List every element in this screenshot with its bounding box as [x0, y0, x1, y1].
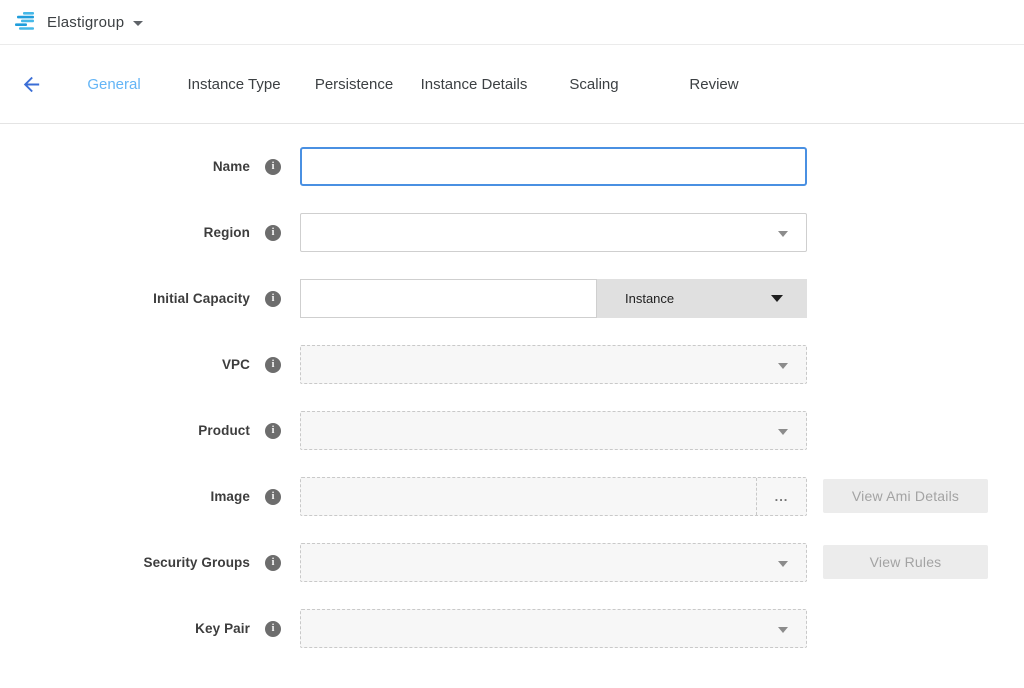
chevron-down-icon [771, 295, 783, 302]
security-groups-label: Security Groups [0, 555, 250, 570]
image-select-disabled: ... [300, 477, 807, 516]
initial-capacity-input[interactable] [300, 279, 597, 318]
tab-persistence[interactable]: Persistence [294, 76, 414, 93]
vpc-row: VPC i [0, 345, 1024, 384]
info-icon[interactable]: i [265, 225, 281, 241]
chevron-down-icon [778, 429, 788, 435]
tab-instance-type[interactable]: Instance Type [174, 76, 294, 93]
name-row: Name i [0, 147, 1024, 186]
wizard-tabs: General Instance Type Persistence Instan… [54, 76, 774, 93]
region-row: Region i [0, 213, 1024, 252]
tab-review[interactable]: Review [654, 76, 774, 93]
key-pair-row: Key Pair i [0, 609, 1024, 648]
name-input[interactable] [300, 147, 807, 186]
product-row: Product i [0, 411, 1024, 450]
tab-scaling[interactable]: Scaling [534, 76, 654, 93]
info-icon[interactable]: i [265, 159, 281, 175]
key-pair-select-disabled [300, 609, 807, 648]
chevron-down-icon [778, 561, 788, 567]
back-arrow-icon[interactable] [19, 72, 43, 96]
view-rules-button: View Rules [823, 545, 988, 579]
security-groups-row: Security Groups i View Rules [0, 543, 1024, 582]
image-row: Image i ... View Ami Details [0, 477, 1024, 516]
top-bar: Elastigroup [0, 0, 1024, 45]
chevron-down-icon [778, 363, 788, 369]
product-label: Product [0, 423, 250, 438]
info-icon[interactable]: i [265, 555, 281, 571]
info-icon[interactable]: i [265, 291, 281, 307]
vpc-select-disabled [300, 345, 807, 384]
tab-instance-details[interactable]: Instance Details [414, 76, 534, 93]
chevron-down-icon [778, 231, 788, 237]
chevron-down-icon[interactable] [133, 21, 143, 26]
initial-capacity-row: Initial Capacity i Instance [0, 279, 1024, 318]
info-icon[interactable]: i [265, 489, 281, 505]
browse-image-button: ... [757, 478, 806, 515]
general-settings-form: Name i Region i Initial Capacity i Insta… [0, 124, 1024, 648]
product-switcher-label[interactable]: Elastigroup [47, 14, 124, 31]
name-label: Name [0, 159, 250, 174]
tab-general[interactable]: General [54, 76, 174, 93]
capacity-unit-select[interactable]: Instance [597, 279, 807, 318]
vpc-label: VPC [0, 357, 250, 372]
elastigroup-logo-icon [14, 11, 38, 33]
chevron-down-icon [778, 627, 788, 633]
wizard-tab-bar: General Instance Type Persistence Instan… [0, 45, 1024, 124]
view-ami-details-button: View Ami Details [823, 479, 988, 513]
image-label: Image [0, 489, 250, 504]
security-groups-select-disabled [300, 543, 807, 582]
region-select[interactable] [300, 213, 807, 252]
initial-capacity-label: Initial Capacity [0, 291, 250, 306]
info-icon[interactable]: i [265, 423, 281, 439]
capacity-unit-value: Instance [625, 291, 674, 306]
info-icon[interactable]: i [265, 621, 281, 637]
region-label: Region [0, 225, 250, 240]
image-input-disabled [301, 478, 756, 515]
info-icon[interactable]: i [265, 357, 281, 373]
product-select-disabled [300, 411, 807, 450]
key-pair-label: Key Pair [0, 621, 250, 636]
